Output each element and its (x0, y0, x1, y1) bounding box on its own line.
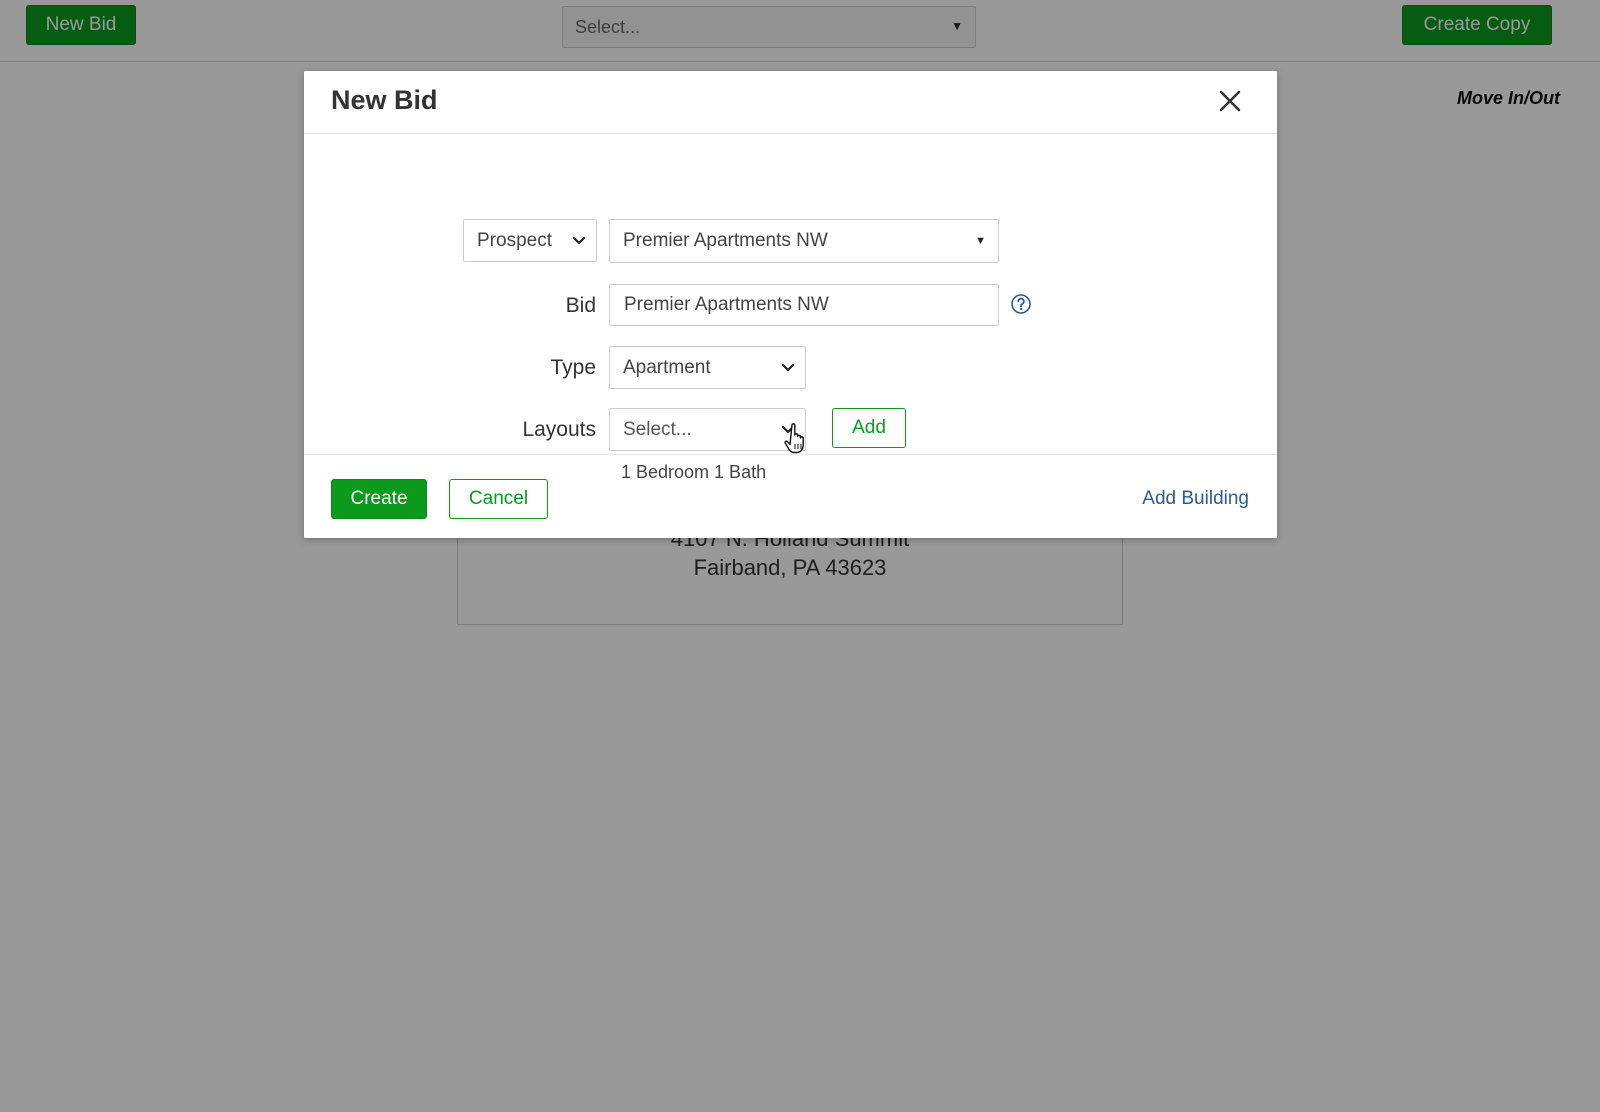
customer-value: Premier Apartments NW (623, 230, 828, 251)
layouts-value: Select... (623, 418, 692, 440)
modal-title: New Bid (331, 85, 438, 115)
bid-name-input[interactable] (609, 284, 999, 326)
customer-select[interactable]: Premier Apartments NW ▼ (609, 219, 999, 263)
chevron-down-icon (781, 363, 795, 371)
hand-pointer-icon (784, 423, 804, 454)
create-button[interactable]: Create (331, 479, 427, 519)
chevron-down-icon (572, 236, 586, 244)
add-building-link[interactable]: Add Building (1142, 488, 1249, 510)
type-value: Apartment (623, 356, 711, 378)
close-icon[interactable] (1215, 86, 1245, 116)
help-icon[interactable] (1009, 292, 1033, 316)
modal-footer: Create Cancel Add Building (304, 454, 1277, 538)
contact-type-select[interactable]: Prospect (463, 219, 597, 262)
add-layout-button[interactable]: Add (832, 408, 906, 448)
type-select[interactable]: Apartment (609, 346, 806, 389)
layouts-select[interactable]: Select... (609, 408, 806, 451)
layouts-label: Layouts (522, 418, 596, 441)
modal-header: New Bid (304, 71, 1277, 134)
caret-down-icon: ▼ (975, 235, 986, 247)
bid-label: Bid (565, 294, 596, 317)
type-label: Type (550, 356, 596, 379)
new-bid-modal: New Bid Prospect Premier Apartments NW ▼… (304, 71, 1277, 538)
cancel-button[interactable]: Cancel (449, 479, 548, 519)
contact-type-value: Prospect (477, 229, 552, 251)
